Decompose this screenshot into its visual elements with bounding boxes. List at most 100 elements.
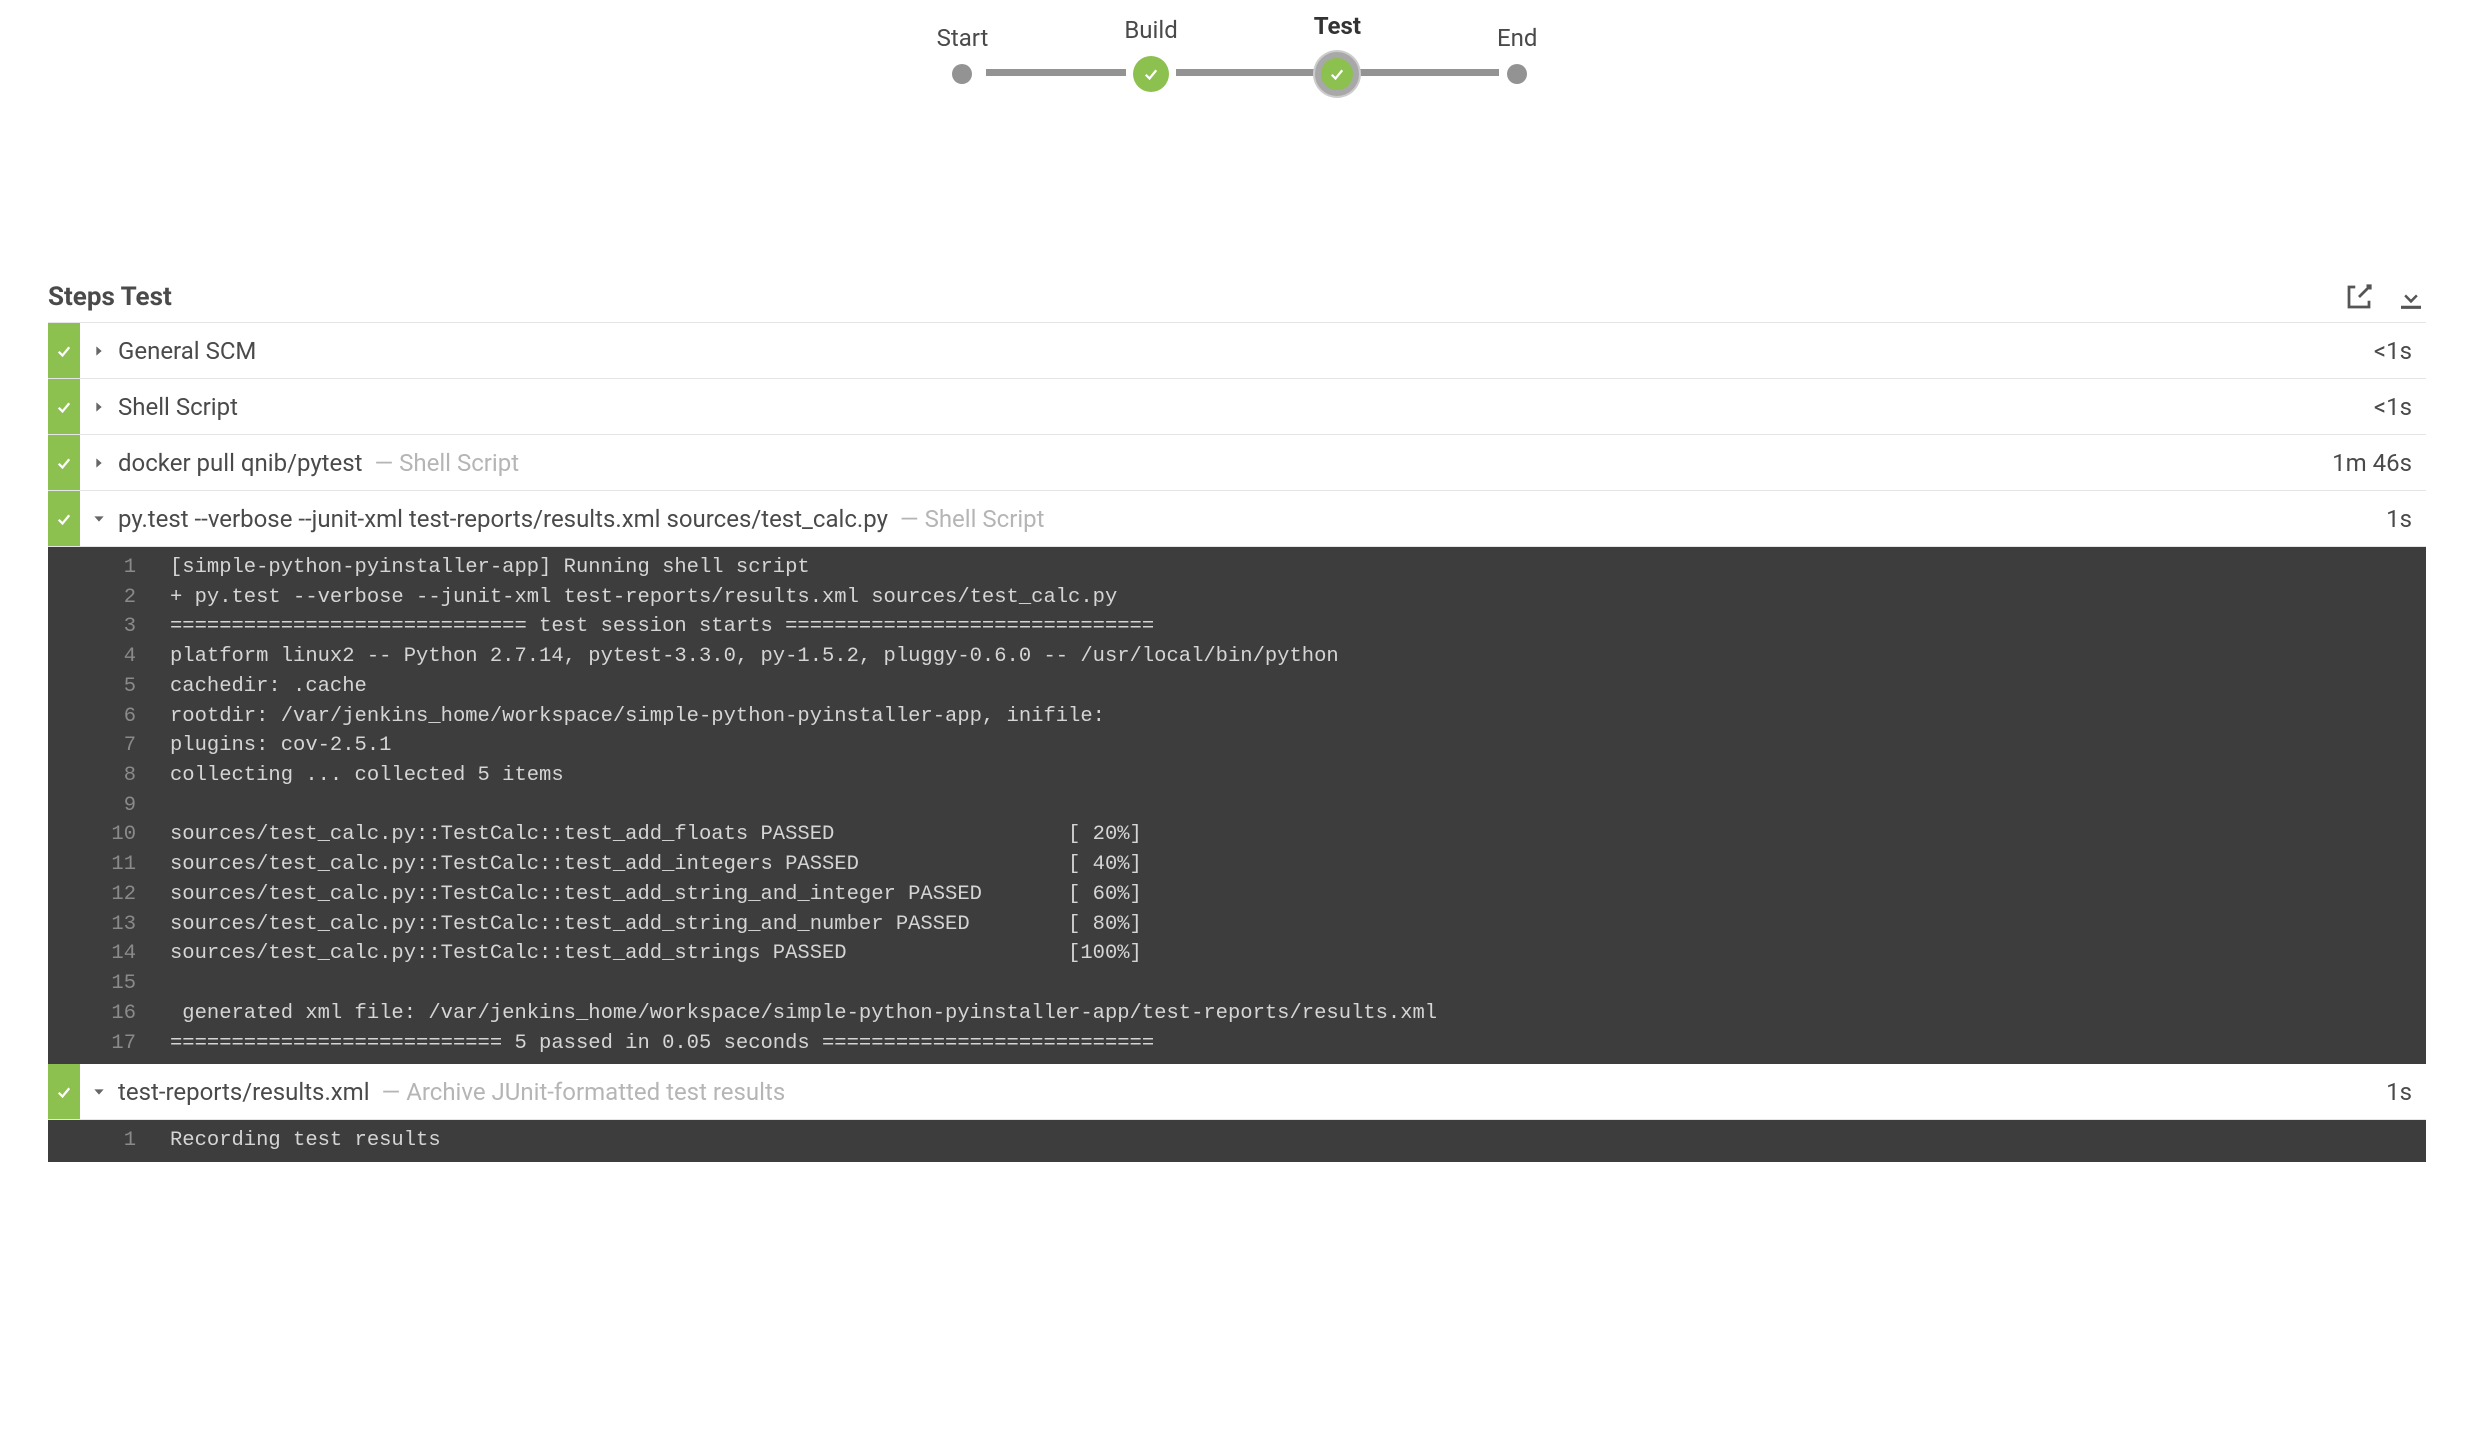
connector	[1359, 69, 1499, 76]
steps-title: Steps Test	[48, 282, 172, 312]
chevron-right-icon[interactable]	[80, 343, 118, 359]
step-row[interactable]: Shell Script <1s	[48, 379, 2426, 435]
stage-build[interactable]: Build	[1124, 16, 1177, 92]
step-title: General SCM	[118, 325, 2374, 377]
line-number: 17	[48, 1029, 170, 1059]
check-icon	[1315, 52, 1359, 96]
console-text: sources/test_calc.py::TestCalc::test_add…	[170, 850, 1162, 880]
step-title: Shell Script	[118, 381, 2374, 433]
console-line: 2+ py.test --verbose --junit-xml test-re…	[48, 583, 2426, 613]
line-number: 1	[48, 553, 170, 583]
console-line: 7plugins: cov-2.5.1	[48, 731, 2426, 761]
line-number: 5	[48, 672, 170, 702]
step-row[interactable]: docker pull qnib/pytest — Shell Script 1…	[48, 435, 2426, 491]
step-row[interactable]: test-reports/results.xml — Archive JUnit…	[48, 1064, 2426, 1120]
check-icon	[1133, 56, 1169, 92]
line-number: 14	[48, 939, 170, 969]
console-line: 10sources/test_calc.py::TestCalc::test_a…	[48, 820, 2426, 850]
console-text: sources/test_calc.py::TestCalc::test_add…	[170, 880, 1162, 910]
step-duration: 1s	[2386, 505, 2426, 533]
console-text: collecting ... collected 5 items	[170, 761, 584, 791]
console-text	[170, 969, 190, 999]
console-line: 6rootdir: /var/jenkins_home/workspace/si…	[48, 702, 2426, 732]
line-number: 11	[48, 850, 170, 880]
console-text: =========================== 5 passed in …	[170, 1029, 1174, 1059]
console-text: Recording test results	[170, 1126, 461, 1156]
line-number: 15	[48, 969, 170, 999]
console-line: 4platform linux2 -- Python 2.7.14, pytes…	[48, 642, 2426, 672]
console-line: 9	[48, 791, 2426, 821]
console-line: 1[simple-python-pyinstaller-app] Running…	[48, 553, 2426, 583]
download-icon[interactable]	[2396, 282, 2426, 312]
console-text: ============================= test sessi…	[170, 612, 1174, 642]
console-text	[170, 791, 190, 821]
console-line: 5cachedir: .cache	[48, 672, 2426, 702]
console-text: plugins: cov-2.5.1	[170, 731, 411, 761]
step-subtitle: — Shell Script	[374, 449, 519, 477]
step-duration: 1s	[2386, 1078, 2426, 1106]
console-text: + py.test --verbose --junit-xml test-rep…	[170, 583, 1137, 613]
step-title: py.test --verbose --junit-xml test-repor…	[118, 493, 2386, 545]
check-icon	[48, 379, 80, 434]
step-row[interactable]: General SCM <1s	[48, 323, 2426, 379]
step-title-text: test-reports/results.xml	[118, 1078, 370, 1106]
console-text: rootdir: /var/jenkins_home/workspace/sim…	[170, 702, 1125, 732]
line-number: 16	[48, 999, 170, 1029]
open-external-icon[interactable]	[2344, 282, 2374, 312]
line-number: 2	[48, 583, 170, 613]
console-text: sources/test_calc.py::TestCalc::test_add…	[170, 939, 1162, 969]
connector	[986, 69, 1126, 76]
line-number: 10	[48, 820, 170, 850]
stage-dot-icon	[952, 64, 972, 84]
chevron-right-icon[interactable]	[80, 399, 118, 415]
connector	[1176, 69, 1316, 76]
console-line: 16 generated xml file: /var/jenkins_home…	[48, 999, 2426, 1029]
console-line: 1Recording test results	[48, 1126, 2426, 1156]
console-text: platform linux2 -- Python 2.7.14, pytest…	[170, 642, 1359, 672]
stage-label: Start	[937, 24, 989, 52]
line-number: 13	[48, 910, 170, 940]
check-icon	[48, 491, 80, 546]
stage-start[interactable]: Start	[937, 24, 989, 84]
steps-list: General SCM <1s Shell Script <1s docker …	[48, 322, 2426, 1162]
step-title-text: docker pull qnib/pytest	[118, 449, 363, 477]
console-text: generated xml file: /var/jenkins_home/wo…	[170, 999, 1469, 1029]
stage-end[interactable]: End	[1497, 24, 1537, 84]
console-text: sources/test_calc.py::TestCalc::test_add…	[170, 820, 1162, 850]
line-number: 1	[48, 1126, 170, 1156]
line-number: 8	[48, 761, 170, 791]
check-icon	[48, 435, 80, 490]
steps-header: Steps Test	[48, 276, 2426, 322]
line-number: 4	[48, 642, 170, 672]
console-line: 11sources/test_calc.py::TestCalc::test_a…	[48, 850, 2426, 880]
check-icon	[48, 1064, 80, 1119]
step-duration: <1s	[2374, 393, 2426, 421]
stage-dot-icon	[1507, 64, 1527, 84]
step-title-text: Shell Script	[118, 393, 238, 421]
console-line: 13sources/test_calc.py::TestCalc::test_a…	[48, 910, 2426, 940]
step-duration: 1m 46s	[2332, 449, 2426, 477]
step-title: test-reports/results.xml — Archive JUnit…	[118, 1066, 2386, 1118]
console-line: 15	[48, 969, 2426, 999]
console-text: [simple-python-pyinstaller-app] Running …	[170, 553, 830, 583]
step-subtitle: — Archive JUnit-formatted test results	[382, 1078, 786, 1106]
line-number: 7	[48, 731, 170, 761]
line-number: 9	[48, 791, 170, 821]
stage-test[interactable]: Test	[1314, 12, 1361, 96]
chevron-down-icon[interactable]	[80, 1084, 118, 1100]
pipeline-track: Start Build Test End	[937, 12, 1538, 96]
line-number: 12	[48, 880, 170, 910]
chevron-right-icon[interactable]	[80, 455, 118, 471]
console-output: 1[simple-python-pyinstaller-app] Running…	[48, 547, 2426, 1064]
console-line: 12sources/test_calc.py::TestCalc::test_a…	[48, 880, 2426, 910]
console-text: sources/test_calc.py::TestCalc::test_add…	[170, 910, 1162, 940]
step-subtitle: — Shell Script	[900, 505, 1045, 533]
step-title-text: py.test --verbose --junit-xml test-repor…	[118, 505, 888, 533]
step-row[interactable]: py.test --verbose --junit-xml test-repor…	[48, 491, 2426, 547]
console-line: 3============================= test sess…	[48, 612, 2426, 642]
console-line: 17=========================== 5 passed i…	[48, 1029, 2426, 1059]
step-title: docker pull qnib/pytest — Shell Script	[118, 437, 2332, 489]
pipeline-progress: Start Build Test End	[48, 0, 2426, 276]
step-duration: <1s	[2374, 337, 2426, 365]
chevron-down-icon[interactable]	[80, 511, 118, 527]
